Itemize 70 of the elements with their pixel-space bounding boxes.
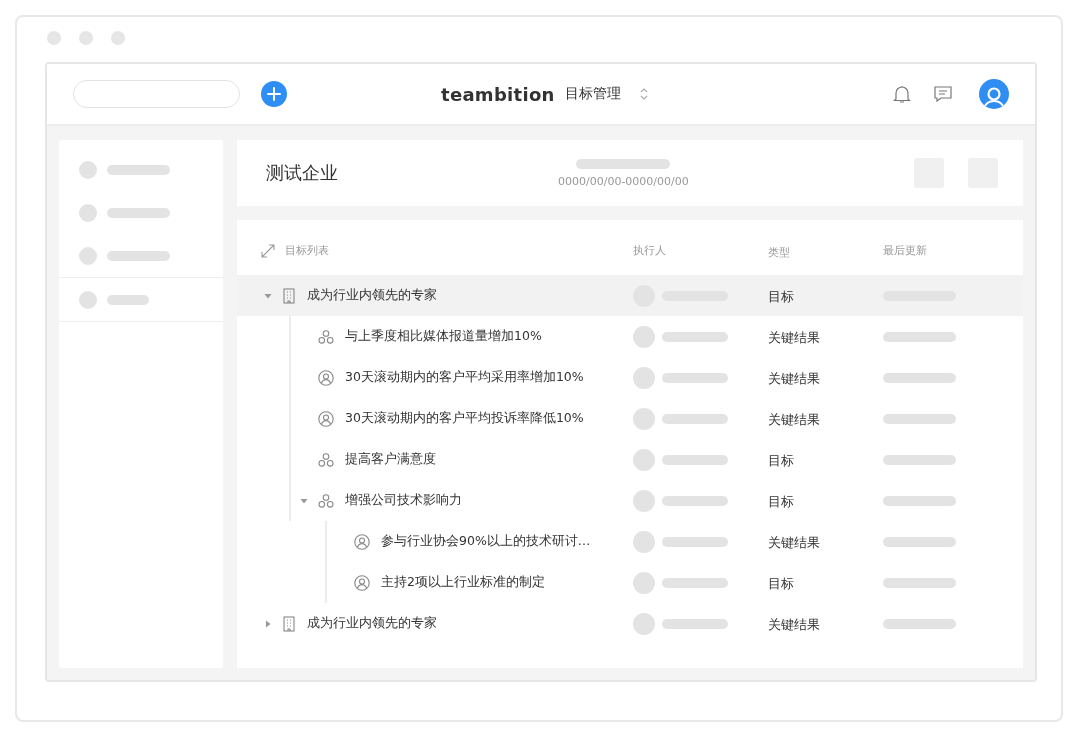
goal-title: 成为行业内领先的专家 xyxy=(307,615,437,632)
goal-type: 目标 xyxy=(768,452,794,468)
window-control-dot[interactable] xyxy=(79,31,93,45)
expand-icon[interactable] xyxy=(261,243,275,258)
goal-title: 30天滚动期内的客户平均投诉率降低10% xyxy=(345,410,584,427)
label-placeholder xyxy=(107,294,149,305)
name-placeholder xyxy=(662,536,728,547)
name-placeholder xyxy=(662,618,728,629)
goal-title: 与上季度相比媒体报道量增加10% xyxy=(345,328,542,345)
name-placeholder xyxy=(662,577,728,588)
label-placeholder xyxy=(107,164,170,175)
plus-icon xyxy=(267,87,281,101)
brand-name: teambition xyxy=(441,83,555,105)
avatar-placeholder xyxy=(633,571,655,594)
bell-icon[interactable] xyxy=(893,84,911,104)
window-control-dot[interactable] xyxy=(111,31,125,45)
goal-type: 目标 xyxy=(768,493,794,509)
label-placeholder xyxy=(107,250,170,261)
icon-placeholder xyxy=(79,203,97,222)
switch-icon[interactable] xyxy=(638,87,649,101)
person-icon xyxy=(318,369,334,386)
person-icon xyxy=(318,410,334,427)
name-placeholder xyxy=(662,413,728,424)
avatar-placeholder xyxy=(633,407,655,430)
icon-placeholder xyxy=(79,246,97,265)
message-icon[interactable] xyxy=(933,85,953,103)
goal-title: 参与行业协会90%以上的技术研讨… xyxy=(381,533,591,550)
avatar-placeholder xyxy=(633,489,655,512)
goal-type: 关键结果 xyxy=(768,534,820,550)
cluster-icon xyxy=(318,328,334,345)
page-title: 测试企业 xyxy=(266,161,339,185)
table-row[interactable]: 成为行业内领先的专家 目标 xyxy=(237,275,1023,316)
goal-title: 提高客户满意度 xyxy=(345,451,436,468)
goal-type: 目标 xyxy=(768,288,794,304)
cluster-icon xyxy=(318,451,334,468)
name-placeholder xyxy=(662,454,728,465)
goal-title: 主持2项以上行业标准的制定 xyxy=(381,574,545,591)
column-header: 目标列表 xyxy=(285,243,329,258)
person-icon xyxy=(354,533,370,550)
building-icon xyxy=(282,287,296,304)
goal-type: 目标 xyxy=(768,575,794,591)
person-icon xyxy=(354,574,370,591)
date-range: 0000/00/00-0000/00/00 xyxy=(558,174,689,188)
label-placeholder xyxy=(107,207,170,218)
window-control-dot[interactable] xyxy=(47,31,61,45)
name-placeholder xyxy=(662,372,728,383)
avatar-placeholder xyxy=(633,325,655,348)
goal-type: 关键结果 xyxy=(768,411,820,427)
icon-placeholder xyxy=(79,290,97,309)
building-icon xyxy=(282,615,296,632)
avatar-placeholder xyxy=(633,530,655,553)
goal-title: 30天滚动期内的客户平均采用率增加10% xyxy=(345,369,584,386)
icon-placeholder xyxy=(79,160,97,179)
goal-type: 关键结果 xyxy=(768,370,820,386)
cluster-icon xyxy=(318,492,334,509)
name-placeholder xyxy=(662,495,728,506)
goal-type: 关键结果 xyxy=(768,616,820,632)
add-button[interactable] xyxy=(261,81,287,107)
goal-title: 成为行业内领先的专家 xyxy=(307,287,437,304)
avatar-placeholder xyxy=(633,366,655,389)
column-header: 最后更新 xyxy=(883,243,927,258)
user-avatar[interactable] xyxy=(979,79,1009,109)
avatar-placeholder xyxy=(633,448,655,471)
column-header: 执行人 xyxy=(633,243,666,258)
column-header: 类型 xyxy=(768,246,790,259)
goal-title: 增强公司技术影响力 xyxy=(345,492,462,509)
avatar-placeholder xyxy=(633,612,655,635)
name-placeholder xyxy=(662,331,728,342)
goal-type: 关键结果 xyxy=(768,329,820,345)
module-switcher[interactable]: 目标管理 xyxy=(564,85,621,103)
